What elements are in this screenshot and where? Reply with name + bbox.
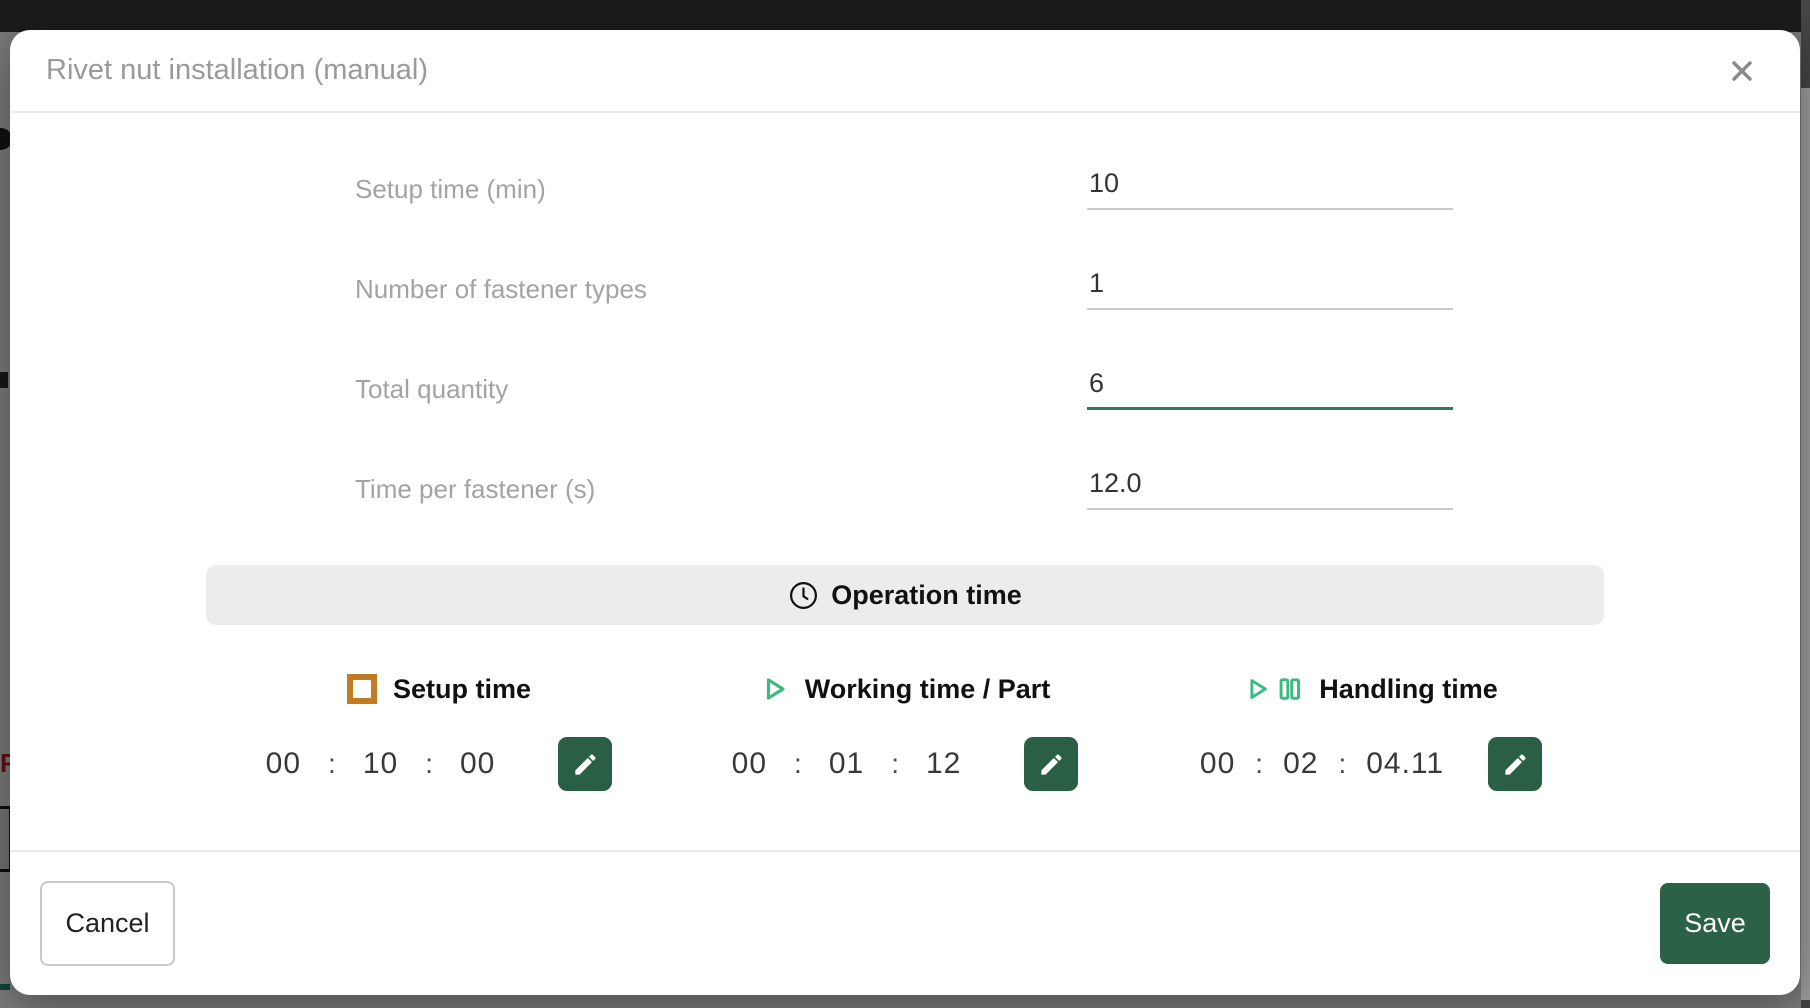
cancel-button[interactable]: Cancel xyxy=(40,881,175,966)
play-pause-icon xyxy=(1244,673,1303,705)
scrollbar-track xyxy=(1801,0,1810,1008)
time-per-fastener-input[interactable] xyxy=(1087,468,1453,510)
field-label: Setup time (min) xyxy=(355,174,1087,205)
timer-value-row: 00 : 01 : 12 xyxy=(732,737,1079,791)
timer-working-time: Working time / Part 00 : 01 : 12 xyxy=(672,669,1138,791)
edit-setup-time-button[interactable] xyxy=(558,737,612,791)
timer-value-row: 00 : 10 : 00 xyxy=(266,737,613,791)
close-button[interactable] xyxy=(1720,49,1764,93)
timer-hours: 00 xyxy=(266,747,301,781)
close-icon xyxy=(1726,75,1758,90)
timers-section: Setup time 00 : 10 : 00 xyxy=(206,669,1604,791)
fastener-types-input[interactable] xyxy=(1087,268,1453,310)
timer-hours: 00 xyxy=(732,747,767,781)
dialog-header: Rivet nut installation (manual) xyxy=(10,30,1800,113)
timer-head: Setup time xyxy=(347,669,531,709)
play-icon xyxy=(760,673,789,705)
timer-minutes: 10 xyxy=(363,747,398,781)
edit-working-time-button[interactable] xyxy=(1024,737,1078,791)
timer-head: Working time / Part xyxy=(760,669,1051,709)
timer-separator: : xyxy=(891,748,899,780)
timer-head: Handling time xyxy=(1244,669,1498,709)
timer-value-row: 00 : 02 : 04.11 xyxy=(1200,737,1542,791)
timer-setup-time: Setup time 00 : 10 : 00 xyxy=(206,669,672,791)
setup-time-input[interactable] xyxy=(1087,168,1453,210)
field-row-total-quantity: Total quantity xyxy=(10,339,1800,439)
scrollbar-thumb[interactable] xyxy=(1801,88,1810,1000)
timer-seconds: 04.11 xyxy=(1366,747,1444,781)
operation-time-header: Operation time xyxy=(206,565,1604,625)
timer-minutes: 02 xyxy=(1283,747,1318,781)
timer-separator: : xyxy=(794,748,802,780)
field-row-setup-time: Setup time (min) xyxy=(10,139,1800,239)
pencil-icon xyxy=(1502,751,1529,778)
field-label: Total quantity xyxy=(355,374,1087,405)
clock-icon xyxy=(788,580,819,611)
total-quantity-input[interactable] xyxy=(1087,368,1453,410)
dialog-body: Setup time (min) Number of fastener type… xyxy=(10,113,1800,850)
timer-separator: : xyxy=(328,748,336,780)
timer-minutes: 01 xyxy=(829,747,864,781)
operation-time-label: Operation time xyxy=(831,580,1022,611)
rivet-nut-installation-dialog: Rivet nut installation (manual) Setup ti… xyxy=(10,30,1800,995)
timer-hours: 00 xyxy=(1200,747,1235,781)
timer-name: Handling time xyxy=(1319,674,1498,705)
timer-separator: : xyxy=(425,748,433,780)
timer-separator: : xyxy=(1255,748,1263,780)
field-row-fastener-types: Number of fastener types xyxy=(10,239,1800,339)
field-row-time-per-fastener: Time per fastener (s) xyxy=(10,439,1800,539)
stop-square-icon xyxy=(347,674,377,704)
edit-handling-time-button[interactable] xyxy=(1488,737,1542,791)
timer-seconds: 00 xyxy=(460,747,495,781)
field-label: Number of fastener types xyxy=(355,274,1087,305)
pencil-icon xyxy=(572,751,599,778)
timer-name: Working time / Part xyxy=(805,674,1051,705)
field-label: Time per fastener (s) xyxy=(355,474,1087,505)
timer-seconds: 12 xyxy=(926,747,961,781)
dialog-footer: Cancel Save xyxy=(10,850,1800,995)
timer-name: Setup time xyxy=(393,674,531,705)
pencil-icon xyxy=(1038,751,1065,778)
timer-separator: : xyxy=(1338,748,1346,780)
timer-handling-time: Handling time 00 : 02 : 04.11 xyxy=(1138,669,1604,791)
dialog-title: Rivet nut installation (manual) xyxy=(46,54,428,87)
save-button[interactable]: Save xyxy=(1660,883,1770,964)
